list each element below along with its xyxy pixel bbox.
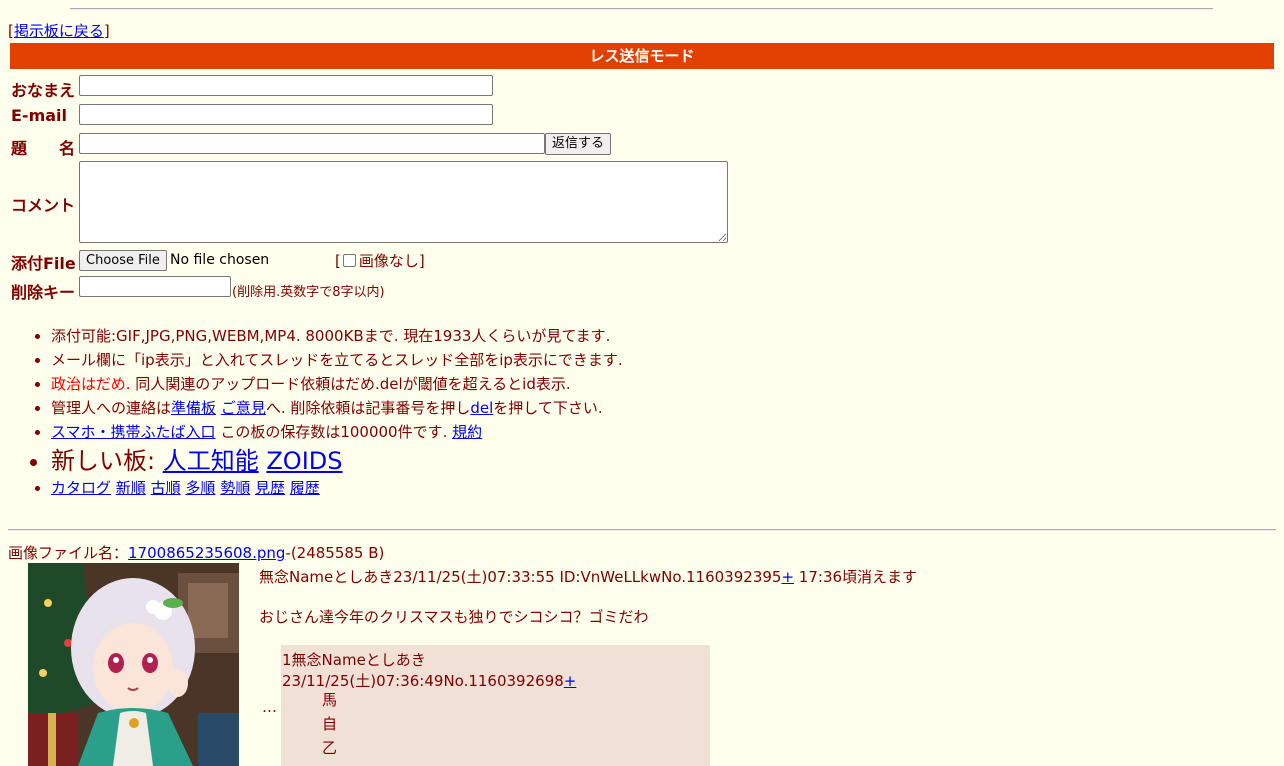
sort-links-item: カタログ 新順 古順 多順 勢順 見歴 履歴 xyxy=(51,477,623,501)
viewed-history-link[interactable]: 見歴 xyxy=(255,479,285,497)
delete-key-label: 削除キー xyxy=(11,283,76,302)
prep-board-link[interactable]: 準備板 xyxy=(171,399,216,417)
rule-text: 同人関連のアップロード依頼はだめ.delが閾値を超えるとid表示. xyxy=(130,375,571,393)
zoids-board-link[interactable]: ZOIDS xyxy=(266,447,342,475)
back-to-board-link[interactable]: 掲示板に戻る xyxy=(14,22,104,40)
name-input[interactable] xyxy=(79,75,493,96)
email-input[interactable] xyxy=(79,104,493,125)
comment-label: コメント xyxy=(11,196,76,215)
no-image-label: 画像なし xyxy=(358,252,419,270)
rule-item: 添付可能:GIF,JPG,PNG,WEBM,MP4. 8000KBまで. 現在1… xyxy=(51,325,623,349)
rule-text: へ. 削除依頼は記事番号を押し xyxy=(265,399,471,417)
reply-ellipsis: … xyxy=(262,698,277,716)
sort-oldest-link[interactable]: 古順 xyxy=(151,479,181,497)
ai-board-link[interactable]: 人工知能 xyxy=(163,447,259,475)
subject-input[interactable] xyxy=(79,133,545,154)
delete-key-hint: (削除用.英数字で8字以内) xyxy=(232,285,385,300)
email-label: E-mail xyxy=(11,106,68,125)
reply-mode-banner: レス送信モード xyxy=(10,43,1274,69)
catalog-link[interactable]: カタログ xyxy=(51,479,111,497)
image-file-info: 画像ファイル名：1700865235608.png-(2485585 B) xyxy=(8,542,384,563)
anime-girl-illustration xyxy=(28,563,239,766)
bracket-close: ] xyxy=(103,22,110,40)
file-status: No file chosen xyxy=(170,252,270,268)
submit-reply-button[interactable]: 返信する xyxy=(545,133,612,155)
post-history-link[interactable]: 履歴 xyxy=(290,479,320,497)
back-nav: [掲示板に戻る] xyxy=(8,20,110,41)
rule-item: スマホ・携帯ふたば入口 この板の保存数は100000件です. 規約 xyxy=(51,421,623,445)
rule-text: 管理人への連絡は xyxy=(51,399,172,417)
sort-most-link[interactable]: 多順 xyxy=(185,479,215,497)
rule-item: 管理人への連絡は準備板 ご意見へ. 削除依頼は記事番号を押しdelを押して下さい… xyxy=(51,397,623,421)
op-meta: 無念Nameとしあき23/11/25(土)07:33:55 ID:VnWeLLk… xyxy=(259,568,782,586)
politics-warning: 政治はだめ. xyxy=(51,375,131,393)
new-boards-item: 新しい板: 人工知能 ZOIDS xyxy=(51,445,623,477)
top-divider xyxy=(70,8,1213,10)
file-label: 添付File xyxy=(11,254,76,273)
file-size: -(2485585 B) xyxy=(285,544,385,562)
board-rules-list: 添付可能:GIF,JPG,PNG,WEBM,MP4. 8000KBまで. 現在1… xyxy=(51,325,623,501)
bracket-open: [ xyxy=(335,252,341,270)
no-image-checkbox[interactable] xyxy=(342,254,356,267)
reply-body-line: 馬 xyxy=(322,691,338,709)
reply-body-line: 乙 xyxy=(322,739,338,757)
op-expiry: 17:36頃消えます xyxy=(794,568,918,586)
op-post-header: 無念Nameとしあき23/11/25(土)07:33:55 ID:VnWeLLk… xyxy=(259,566,917,587)
delete-key-input[interactable] xyxy=(79,276,231,297)
bracket-close: ] xyxy=(418,252,425,270)
sort-newest-link[interactable]: 新順 xyxy=(116,479,146,497)
rule-item: メール欄に「ip表示」と入れてスレッドを立てるとスレッド全部をip表示にできます… xyxy=(51,349,623,373)
op-post-body: おじさん達今年のクリスマスも独りでシコシコ？ゴミだわ xyxy=(259,608,649,626)
section-divider xyxy=(8,529,1276,531)
reply-header: 1無念Nameとしあき23/11/25(土)07:36:49No.1160392… xyxy=(282,649,710,691)
rule-item: 政治はだめ. 同人関連のアップロード依頼はだめ.delが閾値を超えるとid表示. xyxy=(51,373,623,397)
mobile-entry-link[interactable]: スマホ・携帯ふたば入口 xyxy=(51,423,216,441)
new-boards-label: 新しい板: xyxy=(51,447,163,475)
rule-text: メール欄に「ip表示」と入れてスレッドを立てるとスレッド全部をip表示にできます… xyxy=(51,351,623,369)
terms-link[interactable]: 規約 xyxy=(452,423,482,441)
name-label: おなまえ xyxy=(11,81,76,100)
reply-body-line: 自 xyxy=(322,715,338,733)
reply-post: 1無念Nameとしあき23/11/25(土)07:36:49No.1160392… xyxy=(281,645,710,766)
no-image-option: [ 画像なし] xyxy=(335,250,425,271)
sort-momentum-link[interactable]: 勢順 xyxy=(220,479,250,497)
reply-meta: 1無念Nameとしあき23/11/25(土)07:36:49No.1160392… xyxy=(282,651,564,690)
file-prefix: 画像ファイル名： xyxy=(8,544,129,562)
choose-file-button[interactable]: Choose File xyxy=(79,250,167,271)
subject-label: 題 名 xyxy=(11,139,76,158)
image-file-link[interactable]: 1700865235608.png xyxy=(128,544,285,562)
reply-plus-link[interactable]: + xyxy=(564,672,577,690)
rule-text: この板の保存数は100000件です. xyxy=(215,423,448,441)
rule-text: 添付可能:GIF,JPG,PNG,WEBM,MP4. 8000KBまで. 現在1… xyxy=(51,327,611,345)
thread-image-thumbnail[interactable] xyxy=(28,563,239,766)
comment-textarea[interactable] xyxy=(79,161,728,243)
op-plus-link[interactable]: + xyxy=(781,568,794,586)
rule-text: を押して下さい. xyxy=(493,399,603,417)
feedback-link[interactable]: ご意見 xyxy=(221,399,266,417)
del-link[interactable]: del xyxy=(470,399,493,417)
